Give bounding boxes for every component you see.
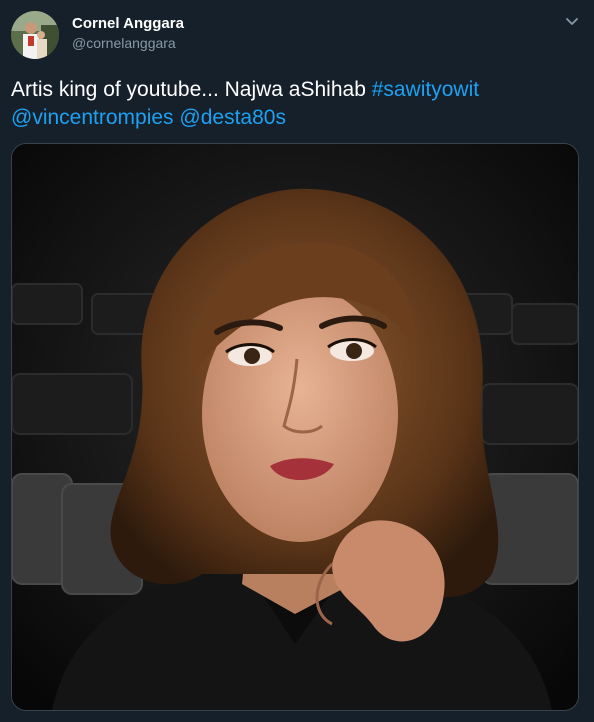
portrait-photo: [12, 144, 578, 710]
tweet-text-body: Artis king of youtube... Najwa aShihab: [11, 78, 372, 101]
tweet-text-line-1: Artis king of youtube... Najwa aShihab #…: [11, 76, 583, 104]
tweet-text-line-2: @vincentrompies @desta80s: [11, 104, 583, 132]
tweet-text: Artis king of youtube... Najwa aShihab #…: [11, 76, 583, 132]
hashtag-link[interactable]: #sawityowit: [372, 78, 479, 101]
mention-link[interactable]: @vincentrompies: [11, 106, 174, 129]
avatar[interactable]: [11, 11, 59, 59]
avatar-photo: [11, 11, 59, 59]
author-name[interactable]: Cornel Anggara: [72, 15, 184, 32]
chevron-down-icon[interactable]: [560, 12, 584, 32]
mention-link[interactable]: @desta80s: [179, 106, 286, 129]
tweet-photo[interactable]: [11, 143, 579, 711]
tweet-card: Cornel Anggara @cornelanggara Artis king…: [0, 0, 594, 722]
author-handle[interactable]: @cornelanggara: [72, 35, 176, 51]
